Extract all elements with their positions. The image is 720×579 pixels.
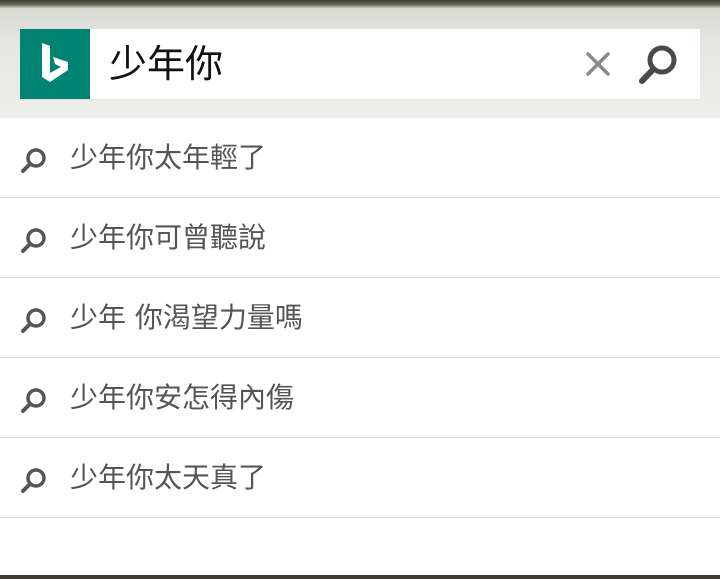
- search-header: 少年你: [0, 8, 720, 118]
- suggestion-text: 少年你可曾聽說: [70, 221, 267, 254]
- suggestion-item[interactable]: 少年你安怎得內傷: [0, 358, 720, 438]
- search-box[interactable]: 少年你: [20, 29, 700, 99]
- suggestion-item[interactable]: 少年 你渴望力量嗎: [0, 278, 720, 358]
- suggestion-text: 少年你安怎得內傷: [70, 381, 295, 414]
- suggestion-text: 少年你太天真了: [70, 461, 267, 494]
- close-icon: [586, 52, 610, 76]
- suggestion-list: 少年你太年輕了 少年你可曾聽說 少年 你渴望力量嗎 少年你安怎得內傷 少年你太天…: [0, 118, 720, 518]
- bottom-edge: [0, 575, 720, 579]
- search-icon: [21, 308, 46, 333]
- search-icon: [639, 45, 677, 84]
- suggestion-text: 少年你太年輕了: [70, 141, 267, 174]
- search-button[interactable]: [635, 42, 681, 88]
- suggestion-item[interactable]: 少年你可曾聽說: [0, 198, 720, 278]
- top-edge-shadow: [0, 0, 720, 8]
- search-icon: [21, 228, 46, 253]
- search-input[interactable]: 少年你: [109, 29, 223, 99]
- suggestion-item[interactable]: 少年你太天真了: [0, 438, 720, 518]
- bing-logo-icon[interactable]: [20, 29, 90, 99]
- clear-button[interactable]: [580, 46, 616, 82]
- search-icon: [21, 388, 46, 413]
- search-icon: [21, 468, 46, 493]
- suggestion-item[interactable]: 少年你太年輕了: [0, 118, 720, 198]
- suggestion-text: 少年 你渴望力量嗎: [70, 301, 303, 334]
- search-icon: [21, 148, 46, 173]
